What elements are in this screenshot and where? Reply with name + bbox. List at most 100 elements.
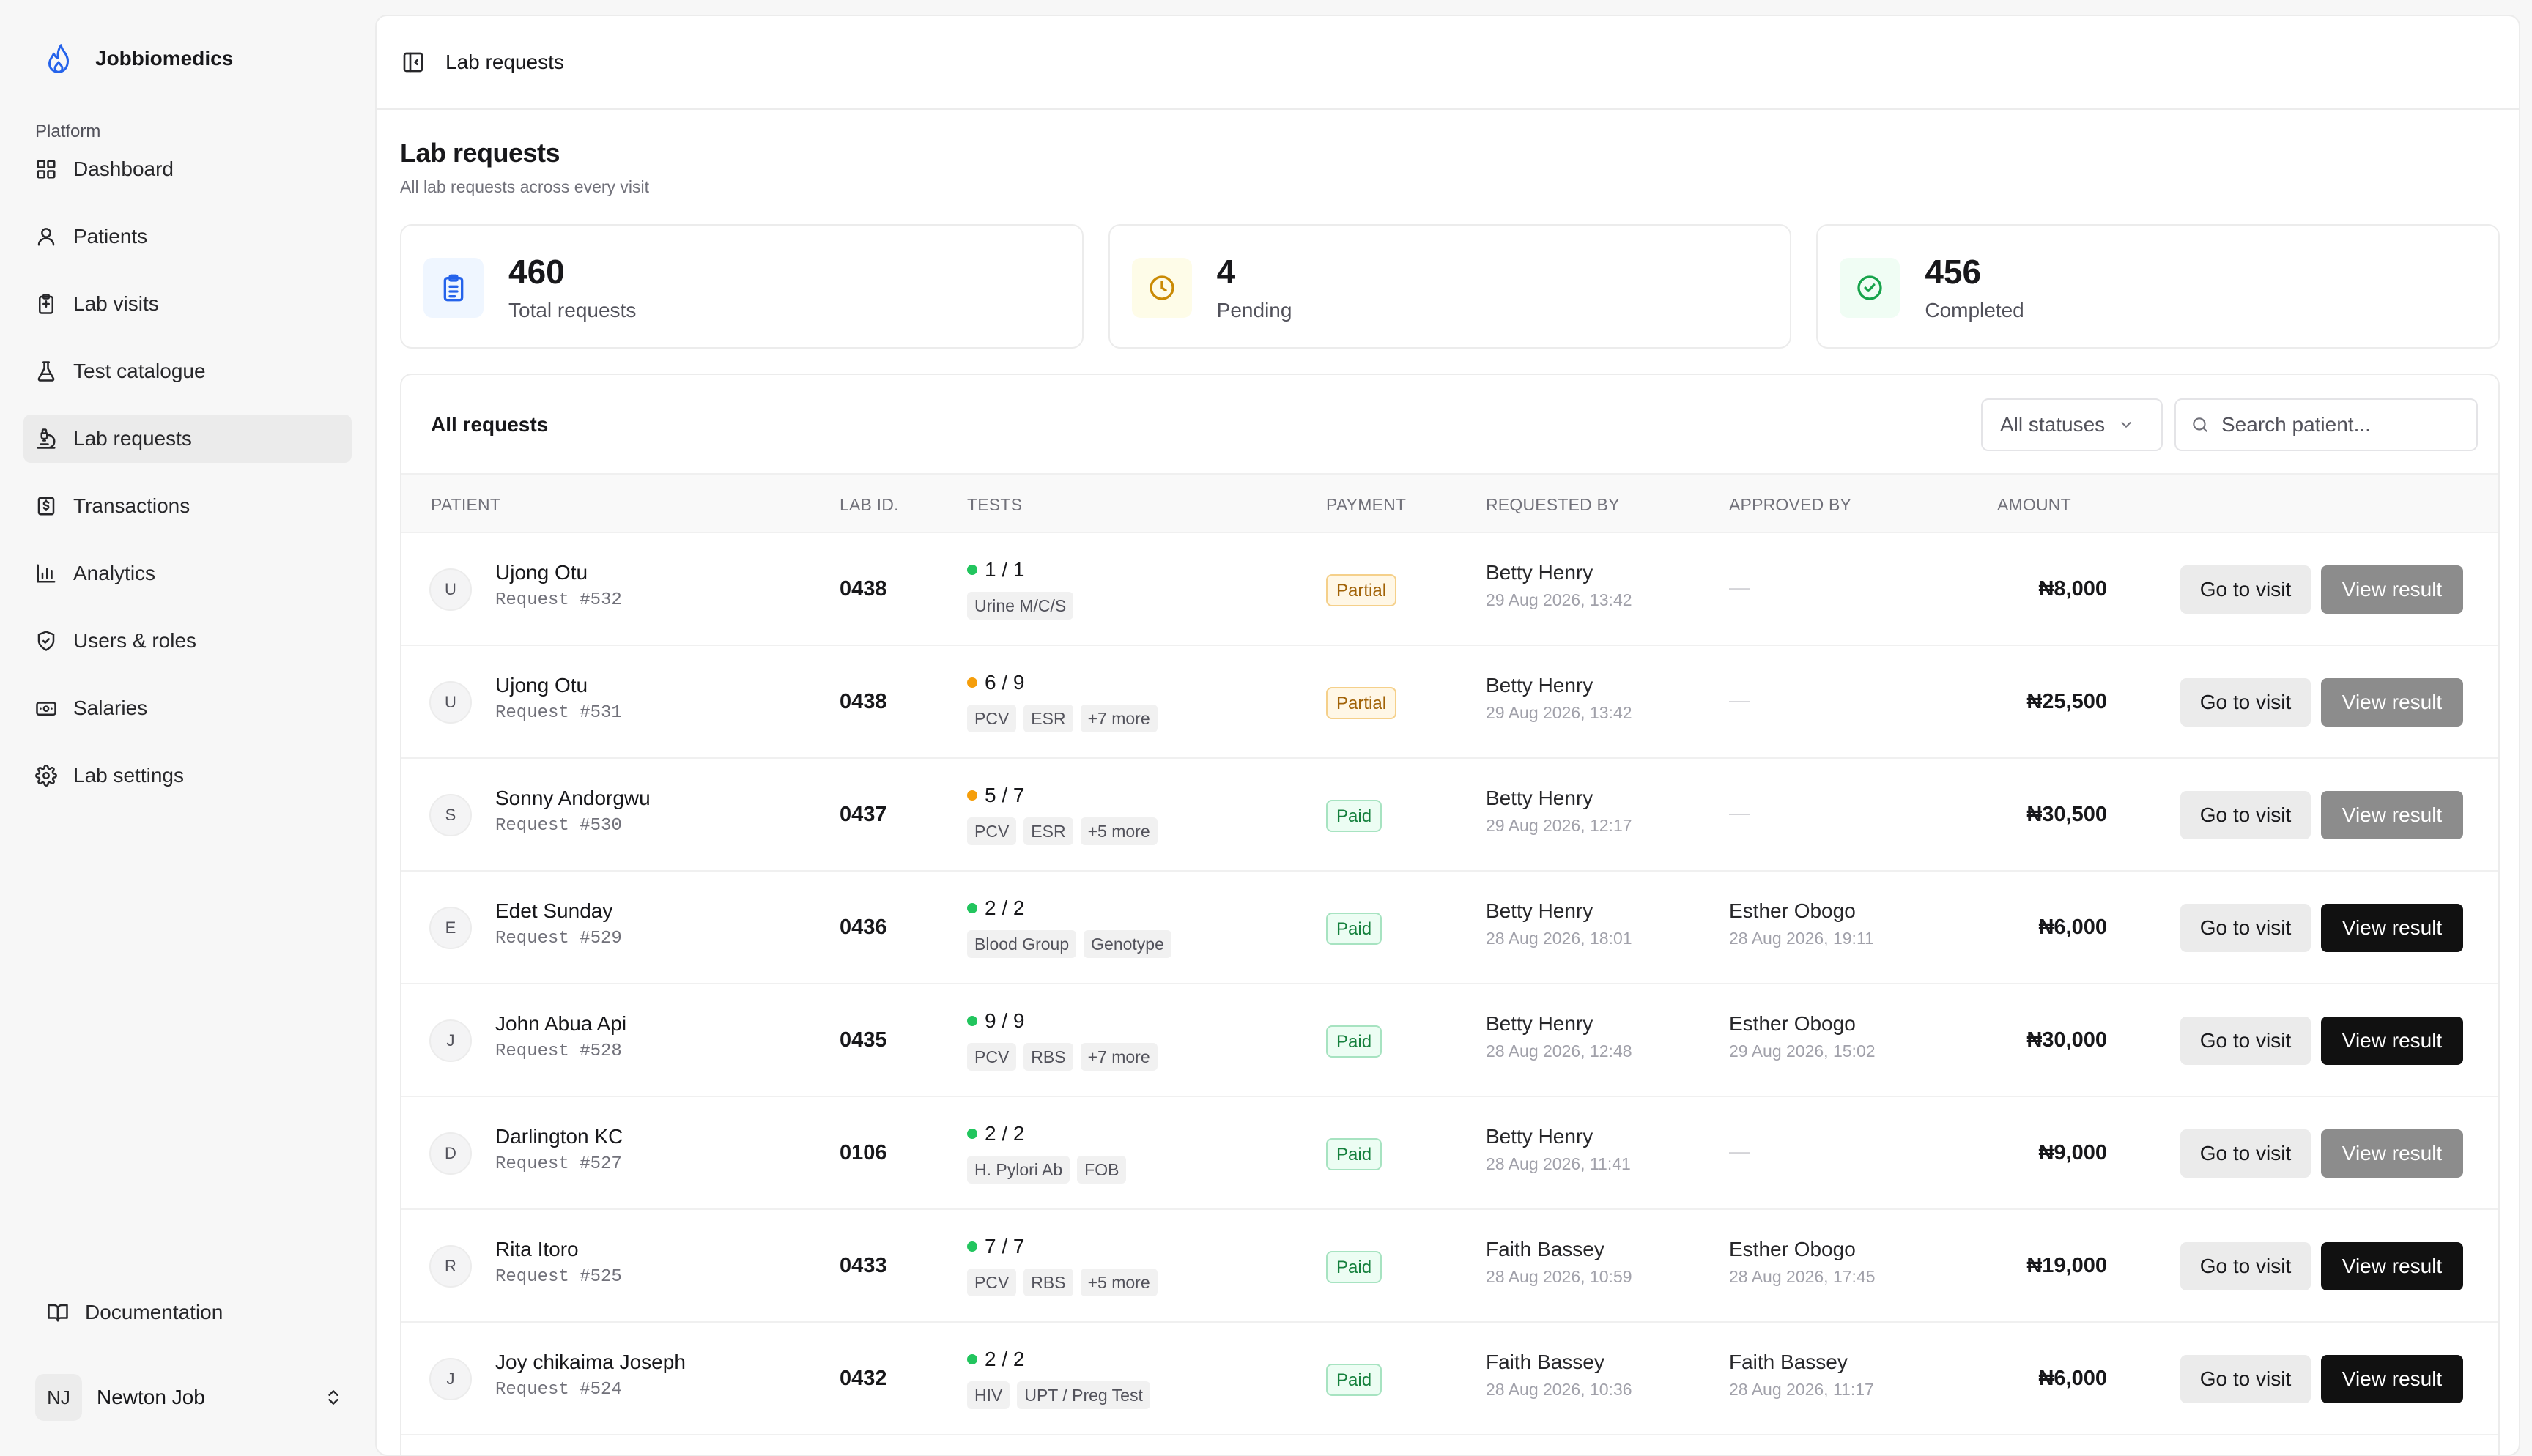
patient-name[interactable]: Rita Itoro [495,1238,579,1261]
table-row[interactable]: U Ujong Otu Request #531 0438 6 / 9 PCV ESR +7 … [401,646,2498,759]
amount: ₦30,500 [2026,803,2107,826]
lab-id: 0433 [840,1254,887,1277]
view-result-button[interactable]: View result [2321,1129,2463,1178]
payment-badge: Paid [1326,1025,1382,1058]
tests-count: 2 / 2 [985,1122,1025,1145]
go-to-visit-button[interactable]: Go to visit [2180,678,2311,727]
approved-by-empty: — [1729,1140,1750,1162]
sidebar-toggle-icon[interactable] [401,51,425,74]
payment-badge: Paid [1326,800,1382,832]
requested-by-name: Faith Bassey [1486,1351,1604,1373]
search-input[interactable] [2221,413,2470,437]
view-result-button[interactable]: View result [2321,1017,2463,1065]
payment-badge: Paid [1326,913,1382,945]
tests-count: 5 / 7 [985,784,1025,806]
tests-progress: 7 / 7 [967,1235,1024,1258]
status-filter-select[interactable]: All statuses [1981,398,2163,451]
view-result-button[interactable]: View result [2321,1355,2463,1403]
table-row[interactable]: D Darlington KC Request #527 0106 2 / 2 H. Py… [401,1097,2498,1210]
patient-avatar: R [429,1245,472,1288]
test-tag: +5 more [1080,1269,1158,1296]
table-header: Patient Lab ID. Tests Payment Requested … [401,473,2498,533]
main-panel: Lab requests Lab requests All lab reques… [375,15,2520,1456]
brand[interactable]: Jobbiomedics [44,42,233,75]
sidebar-item-transactions[interactable]: Transactions [23,482,352,530]
go-to-visit-button[interactable]: Go to visit [2180,904,2311,952]
patient-avatar: E [429,907,472,949]
sidebar-item-label: Patients [73,225,148,248]
patient-name[interactable]: Ujong Otu [495,561,588,584]
table-row[interactable]: J John Abua Api Request #528 0435 9 / 9 PCV RB… [401,984,2498,1097]
patient-name[interactable]: Edet Sunday [495,899,612,923]
test-tag: ESR [1023,705,1073,732]
table-row[interactable]: U Ujong Otu Request #532 0438 1 / 1 Urine M/C… [401,533,2498,646]
go-to-visit-button[interactable]: Go to visit [2180,791,2311,839]
sidebar-item-dashboard[interactable]: Dashboard [23,145,352,193]
table-row[interactable]: E Edet Sunday Request #529 0436 2 / 2 Blood G… [401,872,2498,984]
patient-name[interactable]: Darlington KC [495,1125,623,1148]
sidebar-item-analytics[interactable]: Analytics [23,549,352,598]
requested-by-name: Faith Bassey [1486,1238,1604,1260]
clipboard-list-icon [443,274,464,302]
sidebar-item-lab-visits[interactable]: Lab visits [23,280,352,328]
payment-badge: Partial [1326,574,1397,606]
sidebar-item-lab-settings[interactable]: Lab settings [23,751,352,800]
status-dot [967,903,977,913]
lab-id: 0106 [840,1141,887,1165]
go-to-visit-button[interactable]: Go to visit [2180,565,2311,614]
sidebar-item-label: Transactions [73,494,190,517]
test-tag: +5 more [1080,817,1158,845]
sidebar-item-patients[interactable]: Patients [23,212,352,261]
view-result-button[interactable]: View result [2321,678,2463,727]
patient-name[interactable]: Sonny Andorgwu [495,787,651,810]
sidebar-item-salaries[interactable]: Salaries [23,684,352,732]
requested-by-date: 28 Aug 2026, 11:41 [1486,1154,1631,1173]
sidebar-item-label: Analytics [73,562,156,584]
lab-id: 0438 [840,690,887,713]
go-to-visit-button[interactable]: Go to visit [2180,1129,2311,1178]
shield-icon [37,631,55,651]
table-row[interactable]: S Sonny Andorgwu Request #530 0437 5 / 7 PCV E… [401,759,2498,872]
view-result-button[interactable]: View result [2321,1242,2463,1290]
table-row[interactable]: J Joy chikaima Joseph Request #524 0432 2 / … [401,1323,2498,1435]
approved-by-date: 28 Aug 2026, 19:11 [1729,929,1874,948]
go-to-visit-button[interactable]: Go to visit [2180,1242,2311,1290]
request-number: Request #532 [495,590,622,610]
patient-name[interactable]: John Abua Api [495,1012,626,1036]
search-box[interactable] [2174,398,2478,451]
status-dot [967,1016,977,1026]
sidebar-item-users-roles[interactable]: Users & roles [23,617,352,665]
tests-count: 7 / 7 [985,1235,1025,1258]
request-number: Request #530 [495,816,622,836]
table-title: All requests [431,413,549,436]
view-result-button[interactable]: View result [2321,791,2463,839]
go-to-visit-button[interactable]: Go to visit [2180,1017,2311,1065]
patient-name[interactable]: Ujong Otu [495,674,588,697]
sidebar-item-test-catalogue[interactable]: Test catalogue [23,347,352,395]
requested-by-date: 29 Aug 2026, 13:42 [1486,590,1632,609]
column-header-approved-by: Approved by [1729,495,1852,514]
user-menu[interactable]: NJ Newton Job [35,1374,343,1421]
book-open-icon [48,1304,68,1322]
chevron-down-icon [2121,422,2131,428]
test-tags: HIV UPT / Preg Test [967,1381,1150,1409]
requested-by-date: 28 Aug 2026, 18:01 [1486,929,1632,948]
requested-by-name: Betty Henry [1486,1012,1593,1035]
view-result-button[interactable]: View result [2321,565,2463,614]
sidebar-item-lab-requests[interactable]: Lab requests [23,415,352,463]
go-to-visit-button[interactable]: Go to visit [2180,1355,2311,1403]
view-result-button[interactable]: View result [2321,904,2463,952]
stat-card-pending: 4 Pending [1108,224,1792,349]
requested-by-date: 28 Aug 2026, 12:48 [1486,1041,1632,1061]
dashboard-icon [37,160,56,179]
lab-id: 0435 [840,1028,887,1052]
documentation-link[interactable]: Documentation [47,1301,223,1324]
table-row[interactable]: R Rita Itoro Request #525 0433 7 / 7 PCV RBS +5… [401,1210,2498,1323]
receipt-icon [37,497,55,516]
table-toolbar: All requests All statuses [401,375,2498,473]
patient-name[interactable]: Joy chikaima Joseph [495,1351,686,1374]
stat-label: Completed [1925,299,2024,322]
approved-by-date: 29 Aug 2026, 15:02 [1729,1041,1876,1061]
sidebar-item-label: Lab settings [73,764,184,787]
request-number: Request #524 [495,1380,622,1400]
